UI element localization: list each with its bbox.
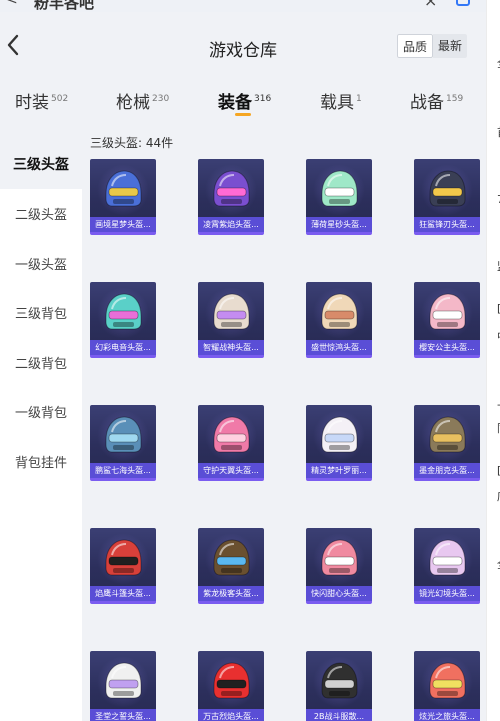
tab-count: 316 <box>254 94 272 105</box>
category-tabs: 时装 502 枪械 230 装备 316 载具 1 战备 159 <box>0 80 486 126</box>
item-name: 凌霄紫焰头盔... <box>198 217 264 232</box>
item-card[interactable]: 狂鲨锋刃头盔... <box>414 159 480 235</box>
helmet-icon <box>429 662 466 699</box>
sidebar-item-level2-helmet[interactable]: 二级头盔 <box>0 188 82 238</box>
item-card[interactable]: 薄荷星砂头盔... <box>306 159 372 235</box>
tab-count: 159 <box>446 94 464 105</box>
sidebar-item-level3-backpack[interactable]: 三级背包 <box>0 287 82 337</box>
item-name: 紫龙极客头盔... <box>198 586 264 601</box>
item-card[interactable]: 炫光之旅头盔... <box>414 651 480 721</box>
helmet-icon <box>213 539 250 576</box>
header: 游戏仓库 品质 最新 <box>0 12 486 80</box>
helmet-icon <box>321 293 358 330</box>
sidebar-item-backpack-pendant[interactable]: 背包挂件 <box>0 436 82 486</box>
item-card[interactable]: 凌霄紫焰头盔... <box>198 159 264 235</box>
top-back-glyph[interactable]: < <box>6 0 18 8</box>
section-title: 三级头盔: 44件 <box>90 136 174 150</box>
item-card[interactable]: 盛世惊鸿头盔... <box>306 282 372 358</box>
tab-vehicles[interactable]: 载具 1 <box>320 88 362 113</box>
right-edge-strip: 全首7监[中-同[店全 <box>486 0 500 721</box>
tab-label: 载具 <box>320 93 354 113</box>
helmet-icon <box>105 293 142 330</box>
item-name: 幻彩电音头盔... <box>90 340 156 355</box>
helmet-icon <box>429 293 466 330</box>
item-card[interactable]: 精灵梦叶罗丽... <box>306 405 372 481</box>
item-name: 圣堂之誓头盔... <box>90 709 156 721</box>
item-name: 鹏鲨七海头盔... <box>90 463 156 478</box>
tab-fashion[interactable]: 时装 502 <box>15 88 68 113</box>
helmet-icon <box>213 416 250 453</box>
helmet-icon <box>213 170 250 207</box>
item-name: 2B战斗服散... <box>306 709 372 721</box>
item-card[interactable]: 守护天翼头盔... <box>198 405 264 481</box>
item-name: 守护天翼头盔... <box>198 463 264 478</box>
item-name: 盛世惊鸿头盔... <box>306 340 372 355</box>
helmet-icon <box>321 539 358 576</box>
item-card[interactable]: 焰鹰斗篷头盔... <box>90 528 156 604</box>
item-name: 快闪甜心头盔... <box>306 586 372 601</box>
tab-label: 枪械 <box>116 93 150 113</box>
top-title-fragment: 粉丰各吧 <box>34 0 95 12</box>
close-icon[interactable]: × <box>424 0 437 10</box>
window-icon[interactable] <box>456 0 470 6</box>
item-card[interactable]: 2B战斗服散... <box>306 651 372 721</box>
item-card[interactable]: 幻彩电音头盔... <box>90 282 156 358</box>
sidebar: 三级头盔 二级头盔 一级头盔 三级背包 二级背包 一级背包 背包挂件 <box>0 126 82 721</box>
item-card[interactable]: 画境星梦头盔... <box>90 159 156 235</box>
game-warehouse-app: 游戏仓库 品质 最新 时装 502 枪械 230 装备 316 载具 1 战备 159 三… <box>0 12 486 721</box>
helmet-icon <box>321 662 358 699</box>
tab-firearms[interactable]: 枪械 230 <box>116 88 169 113</box>
top-strip: < 粉丰各吧 × <box>0 0 486 12</box>
helmet-icon <box>105 170 142 207</box>
helmet-icon <box>105 416 142 453</box>
helmet-icon <box>105 662 142 699</box>
tab-count: 502 <box>51 94 69 105</box>
tab-count: 230 <box>152 94 170 105</box>
helmet-icon <box>429 416 466 453</box>
active-tab-indicator <box>235 113 251 116</box>
sort-toggle: 品质 最新 <box>397 34 468 58</box>
item-card[interactable]: 智耀战神头盔... <box>198 282 264 358</box>
item-name: 薄荷星砂头盔... <box>306 217 372 232</box>
helmet-icon <box>321 416 358 453</box>
item-card[interactable]: 樱安公主头盔... <box>414 282 480 358</box>
item-name: 樱安公主头盔... <box>414 340 480 355</box>
tab-count: 1 <box>356 94 362 105</box>
sidebar-item-level1-helmet[interactable]: 一级头盔 <box>0 238 82 288</box>
helmet-icon <box>213 293 250 330</box>
sidebar-item-level2-backpack[interactable]: 二级背包 <box>0 337 82 387</box>
sort-by-quality-button[interactable]: 品质 <box>397 34 434 58</box>
item-name: 墨金朋克头盔... <box>414 463 480 478</box>
item-card[interactable]: 快闪甜心头盔... <box>306 528 372 604</box>
item-name: 狂鲨锋刃头盔... <box>414 217 480 232</box>
item-name: 万古烈焰头盔... <box>198 709 264 721</box>
sidebar-item-level1-backpack[interactable]: 一级背包 <box>0 386 82 436</box>
helmet-icon <box>429 539 466 576</box>
item-name: 精灵梦叶罗丽... <box>306 463 372 478</box>
item-name: 焰鹰斗篷头盔... <box>90 586 156 601</box>
item-card[interactable]: 鹏鲨七海头盔... <box>90 405 156 481</box>
item-card[interactable]: 紫龙极客头盔... <box>198 528 264 604</box>
item-name: 智耀战神头盔... <box>198 340 264 355</box>
sidebar-item-level3-helmet[interactable]: 三级头盔 <box>0 139 82 189</box>
tab-label: 装备 <box>218 93 252 113</box>
item-card[interactable]: 镜光幻境头盔... <box>414 528 480 604</box>
helmet-icon <box>213 662 250 699</box>
item-card[interactable]: 圣堂之誓头盔... <box>90 651 156 721</box>
item-name: 镜光幻境头盔... <box>414 586 480 601</box>
sort-by-latest-button[interactable]: 最新 <box>433 34 468 58</box>
helmet-icon <box>105 539 142 576</box>
helmet-icon <box>321 170 358 207</box>
tab-label: 时装 <box>15 93 49 113</box>
tab-equipment[interactable]: 装备 316 <box>218 88 271 113</box>
tab-supplies[interactable]: 战备 159 <box>410 88 463 113</box>
item-card[interactable]: 万古烈焰头盔... <box>198 651 264 721</box>
item-name: 炫光之旅头盔... <box>414 709 480 721</box>
item-card[interactable]: 墨金朋克头盔... <box>414 405 480 481</box>
item-name: 画境星梦头盔... <box>90 217 156 232</box>
helmet-icon <box>429 170 466 207</box>
item-grid-panel: 三级头盔: 44件 画境星梦头盔... 凌霄紫焰头盔... 薄荷星砂头盔... 狂鲨锋… <box>82 126 486 721</box>
tab-label: 战备 <box>410 93 444 113</box>
